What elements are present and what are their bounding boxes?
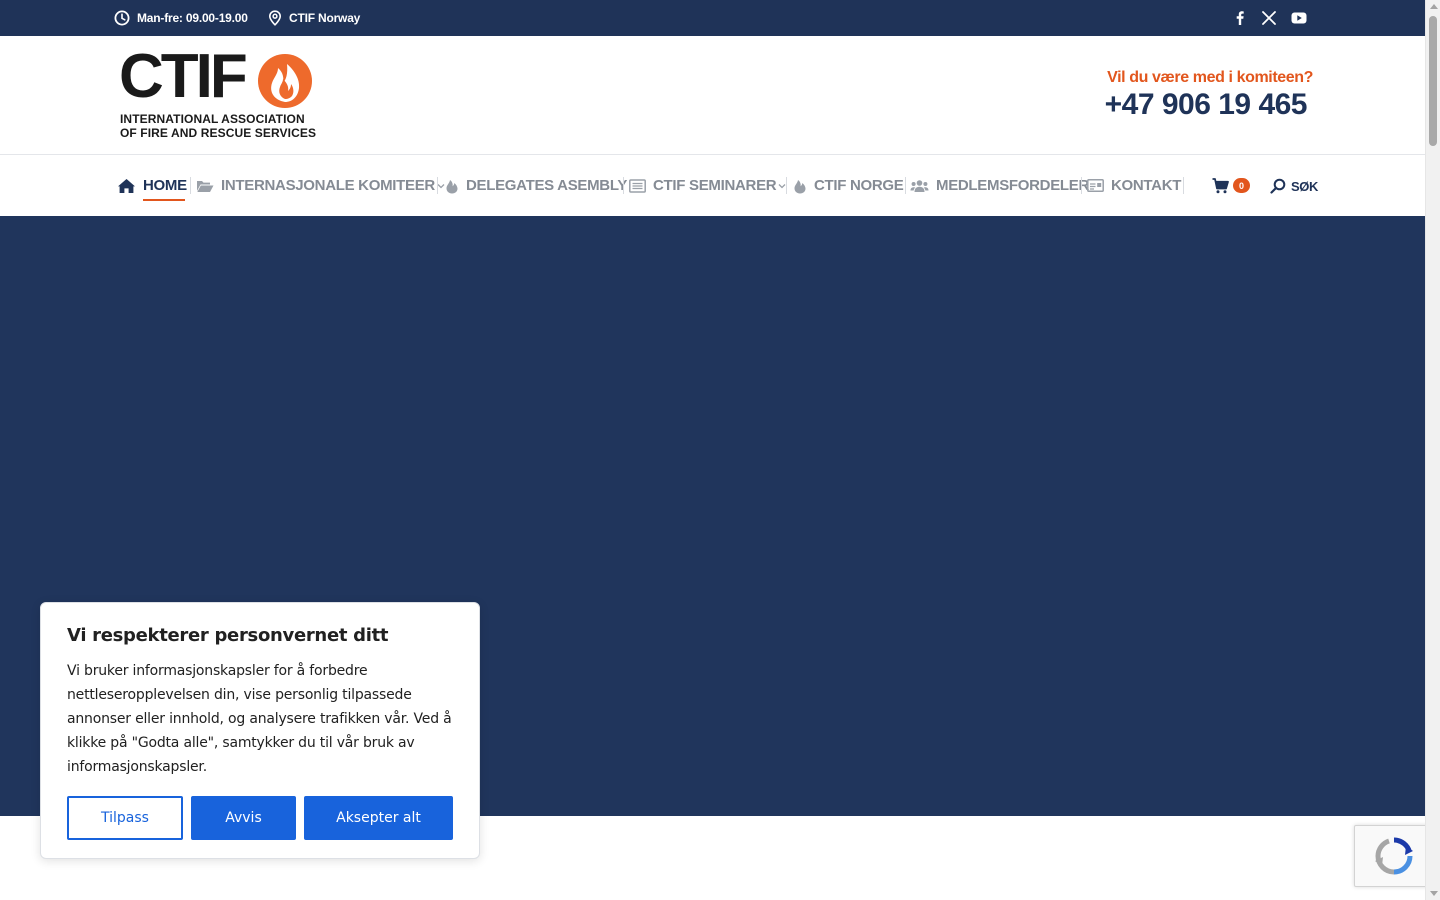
nav-label-delegates-asembly: DELEGATES ASEMBLY	[466, 177, 628, 194]
cart-count-badge: 0	[1233, 178, 1250, 193]
chevron-down-icon	[437, 183, 445, 188]
cookie-description: Vi bruker informasjonskapsler for å forb…	[67, 663, 452, 775]
top-bar: Man-fre: 09.00-19.00 CTIF Norway	[0, 0, 1425, 36]
x-twitter-icon	[1262, 11, 1276, 25]
x-twitter-link[interactable]	[1260, 9, 1278, 27]
facebook-icon	[1236, 11, 1244, 25]
contact-card-icon	[1087, 179, 1104, 192]
nav-separator	[623, 177, 624, 194]
youtube-icon	[1291, 12, 1307, 24]
page: Man-fre: 09.00-19.00 CTIF Norway CTIF IN…	[0, 0, 1425, 900]
nav-label-ctif-norge: CTIF NORGE	[814, 177, 904, 194]
shopping-cart-icon	[1212, 178, 1229, 194]
active-nav-underline	[143, 199, 185, 201]
phone-number[interactable]: +47 906 19 465	[1105, 88, 1308, 122]
cart-button[interactable]: 0	[1212, 177, 1252, 197]
ctif-logo[interactable]: CTIF INTERNATIONAL ASSOCIATION OF FIRE A…	[119, 46, 319, 141]
recaptcha-badge[interactable]	[1354, 825, 1425, 887]
recaptcha-icon	[1375, 837, 1413, 875]
accept-all-button[interactable]: Aksepter alt	[304, 796, 453, 840]
cookie-consent-banner: Vi respekterer personvernet ditt Vi bruk…	[40, 602, 480, 859]
customize-button[interactable]: Tilpass	[67, 796, 183, 840]
nav-label-ctif-seminarer: CTIF SEMINARER	[653, 177, 777, 194]
location-text: CTIF Norway	[289, 11, 361, 25]
nav-separator	[1183, 177, 1184, 194]
nav-separator	[437, 177, 438, 194]
list-icon	[629, 178, 646, 193]
search-button[interactable]: SØK	[1270, 176, 1318, 196]
site-header: CTIF INTERNATIONAL ASSOCIATION OF FIRE A…	[0, 36, 1425, 155]
cookie-title: Vi respekterer personvernet ditt	[67, 625, 389, 646]
nav-item-internasjonale-komiteer[interactable]: INTERNASJONALE KOMITEER	[196, 155, 445, 216]
page-scrollbar[interactable]	[1425, 0, 1440, 900]
nav-label-medlemsfordeler: MEDLEMSFORDELER	[936, 177, 1090, 194]
nav-item-ctif-norge[interactable]: CTIF NORGE	[793, 155, 904, 216]
scroll-up-arrow-icon[interactable]	[1430, 4, 1438, 9]
fire-icon	[794, 179, 806, 193]
opening-hours: Man-fre: 09.00-19.00	[114, 0, 248, 36]
nav-label-internasjonale-komiteer: INTERNASJONALE KOMITEER	[221, 177, 435, 194]
nav-label-home: HOME	[143, 177, 187, 194]
fire-icon	[446, 179, 458, 193]
flame-logo-icon	[258, 54, 312, 108]
facebook-link[interactable]	[1231, 9, 1249, 27]
phone-question: Vil du være med i komiteen?	[1107, 69, 1313, 86]
search-icon	[1270, 178, 1286, 194]
nav-separator	[190, 177, 191, 194]
logo-tagline-1: INTERNATIONAL ASSOCIATION	[120, 112, 305, 126]
logo-tagline-2: OF FIRE AND RESCUE SERVICES	[120, 126, 317, 140]
opening-hours-text: Man-fre: 09.00-19.00	[137, 11, 248, 25]
nav-separator	[905, 177, 906, 194]
clock-icon	[114, 10, 130, 26]
nav-item-ctif-seminarer[interactable]: CTIF SEMINARER	[629, 155, 786, 216]
users-icon	[910, 179, 929, 192]
reject-button[interactable]: Avvis	[191, 796, 296, 840]
nav-item-medlemsfordeler[interactable]: MEDLEMSFORDELER	[910, 155, 1089, 216]
youtube-link[interactable]	[1290, 9, 1308, 27]
folder-open-icon	[197, 180, 214, 192]
nav-separator	[786, 177, 787, 194]
logo-wordmark: CTIF	[119, 42, 248, 111]
nav-label-kontakt: KONTAKT	[1111, 177, 1182, 194]
map-pin-icon	[268, 10, 282, 26]
nav-item-delegates-asembly[interactable]: DELEGATES ASEMBLY	[445, 155, 627, 216]
nav-item-kontakt[interactable]: KONTAKT	[1087, 155, 1181, 216]
home-icon	[118, 178, 135, 193]
nav-item-home[interactable]: HOME	[117, 155, 187, 216]
scroll-thumb[interactable]	[1429, 16, 1437, 146]
nav-separator	[1081, 177, 1082, 194]
location: CTIF Norway	[268, 0, 360, 36]
scroll-down-arrow-icon[interactable]	[1430, 891, 1438, 896]
search-label: SØK	[1291, 178, 1318, 194]
